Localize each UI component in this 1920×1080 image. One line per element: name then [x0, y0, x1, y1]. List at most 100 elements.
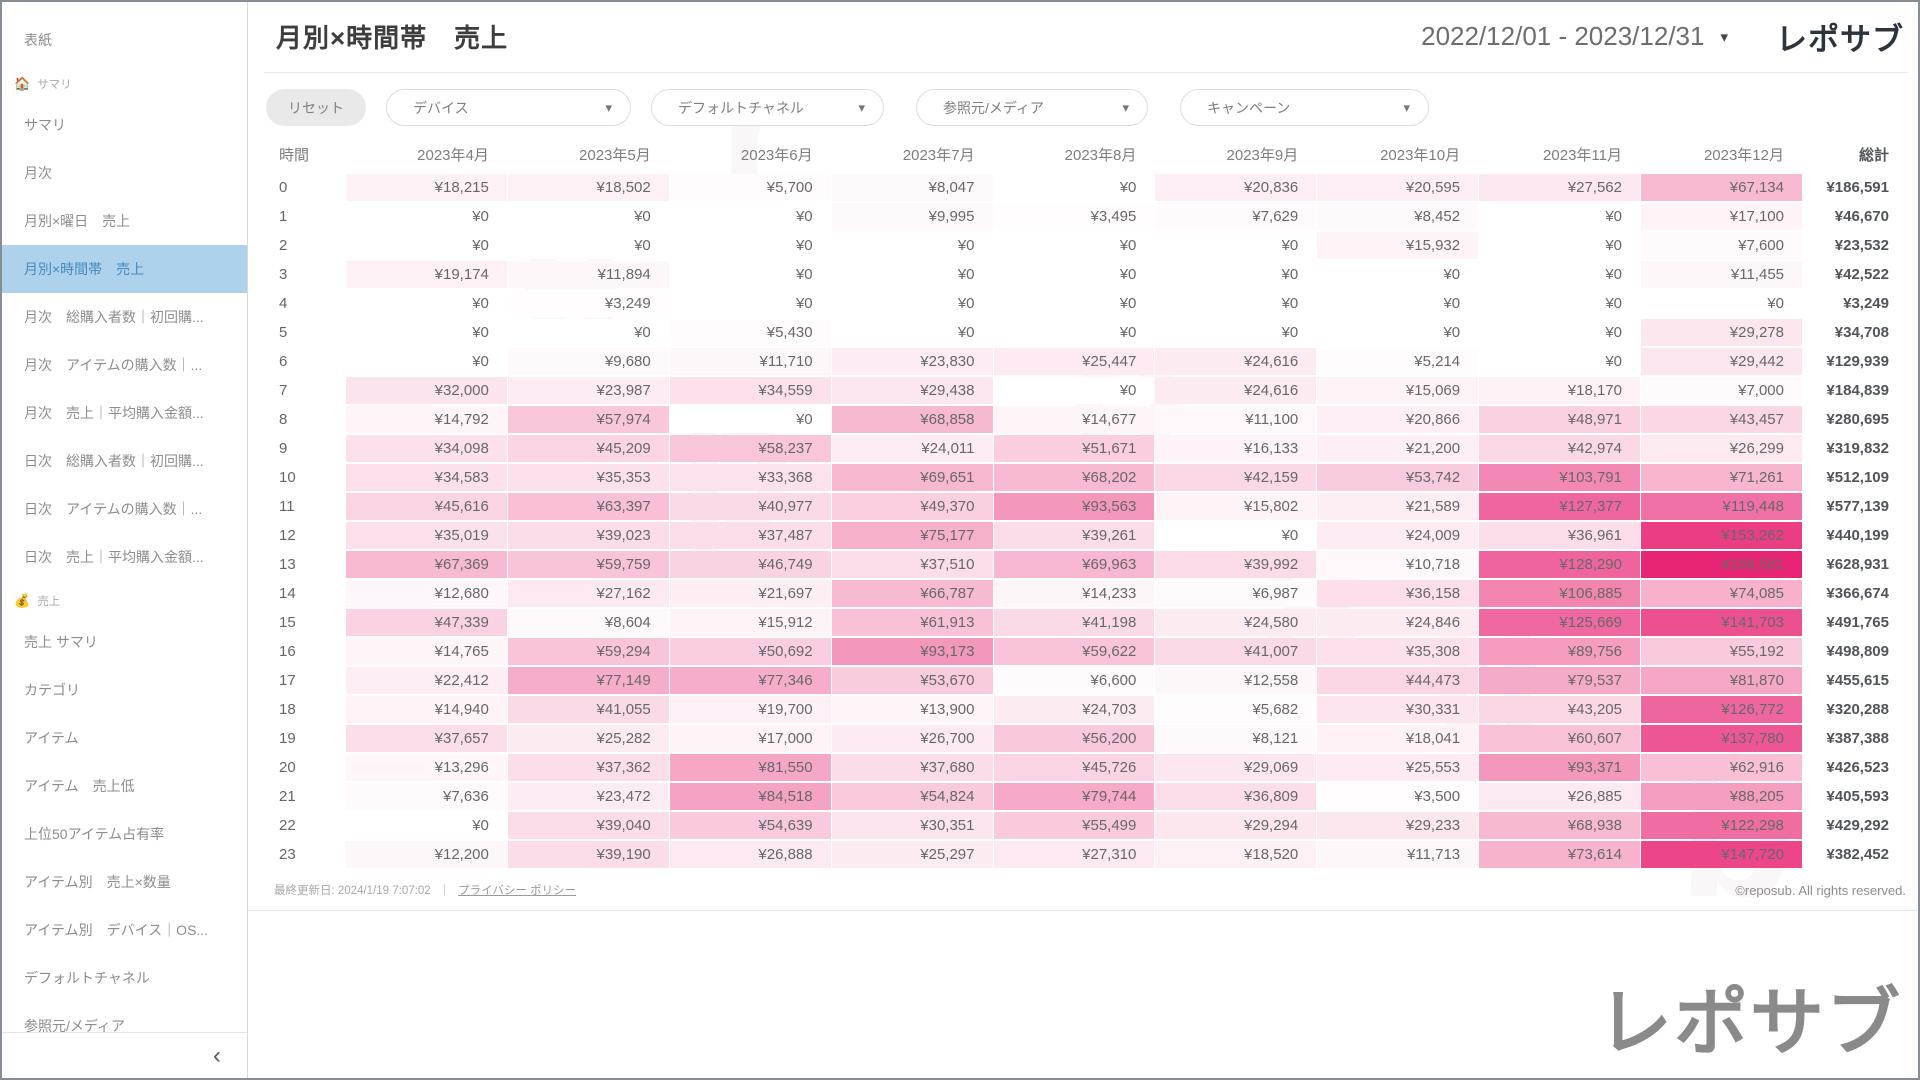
value-cell: ¥0	[346, 290, 507, 317]
value-cell: ¥49,370	[832, 493, 993, 520]
value-cell: ¥25,282	[508, 725, 669, 752]
brand-logo-large: レポサブ	[1598, 963, 1902, 1070]
value-cell: ¥106,885	[1479, 580, 1640, 607]
value-cell: ¥0	[1155, 232, 1316, 259]
table-row: 7¥32,000¥23,987¥34,559¥29,438¥0¥24,616¥1…	[275, 377, 1907, 404]
sidebar-item-label: サマリ	[24, 115, 66, 135]
column-header-month: 2023年4月	[346, 138, 507, 172]
sidebar-item-summary[interactable]: サマリ	[2, 101, 247, 149]
value-cell: ¥66,787	[832, 580, 993, 607]
filter-dropdown-campaign[interactable]: キャンペーン▾	[1180, 89, 1429, 126]
value-cell: ¥29,069	[1155, 754, 1316, 781]
value-cell: ¥24,703	[994, 696, 1155, 723]
value-cell: ¥0	[832, 290, 993, 317]
value-cell: ¥29,442	[1641, 348, 1802, 375]
hour-cell: 8	[275, 406, 345, 433]
sidebar-item-referrer-media[interactable]: 参照元/メディア	[2, 1002, 247, 1032]
filter-dropdown-device[interactable]: デバイス▾	[386, 89, 631, 126]
table-row: 23¥12,200¥39,190¥26,888¥25,297¥27,310¥18…	[275, 841, 1907, 868]
sidebar-item-item-low-sales[interactable]: アイテム 売上低	[2, 762, 247, 810]
reset-button[interactable]: リセット	[266, 89, 366, 126]
sidebar-item-month-weekday-sales[interactable]: 月別×曜日 売上	[2, 197, 247, 245]
card-divider	[248, 910, 1918, 911]
chevron-down-icon: ▾	[858, 100, 865, 116]
sidebar-item-category[interactable]: カテゴリ	[2, 666, 247, 714]
sidebar-item-monthly-item-purchases[interactable]: 月次 アイテムの購入数｜...	[2, 341, 247, 389]
table-row: 21¥7,636¥23,472¥84,518¥54,824¥79,744¥36,…	[275, 783, 1907, 810]
value-cell: ¥53,742	[1317, 464, 1478, 491]
sidebar-item-top50-share[interactable]: 上位50アイテム占有率	[2, 810, 247, 858]
value-cell: ¥43,205	[1479, 696, 1640, 723]
value-cell: ¥0	[670, 203, 831, 230]
value-cell: ¥126,772	[1641, 696, 1802, 723]
value-cell: ¥45,616	[346, 493, 507, 520]
sidebar-item-label: デフォルトチャネル	[24, 968, 150, 988]
filter-dropdown-referrer-media[interactable]: 参照元/メディア▾	[916, 89, 1148, 126]
total-cell: ¥280,695	[1803, 406, 1907, 433]
value-cell: ¥19,174	[346, 261, 507, 288]
value-cell: ¥7,000	[1641, 377, 1802, 404]
chevron-down-icon: ▾	[605, 100, 612, 116]
sidebar-item-monthly-sales-avg[interactable]: 月次 売上｜平均購入金額...	[2, 389, 247, 437]
value-cell: ¥55,192	[1641, 638, 1802, 665]
value-cell: ¥24,616	[1155, 348, 1316, 375]
value-cell: ¥37,680	[832, 754, 993, 781]
column-header-month: 2023年10月	[1317, 138, 1478, 172]
sidebar-item-label: 日次 売上｜平均購入金額...	[24, 547, 204, 567]
value-cell: ¥18,215	[346, 174, 507, 201]
value-cell: ¥69,651	[832, 464, 993, 491]
total-cell: ¥46,670	[1803, 203, 1907, 230]
date-range-label: 2022/12/01 - 2023/12/31	[1421, 21, 1704, 52]
value-cell: ¥0	[832, 261, 993, 288]
sidebar-item-cover[interactable]: 表紙	[2, 16, 247, 64]
sidebar-item-monthly[interactable]: 月次	[2, 149, 247, 197]
value-cell: ¥3,500	[1317, 783, 1478, 810]
value-cell: ¥26,888	[670, 841, 831, 868]
hour-cell: 5	[275, 319, 345, 346]
value-cell: ¥93,173	[832, 638, 993, 665]
total-cell: ¥498,809	[1803, 638, 1907, 665]
filter-label: キャンペーン	[1207, 98, 1403, 118]
privacy-policy-link[interactable]: プライバシー ポリシー	[458, 882, 576, 898]
sidebar-item-daily-buyers[interactable]: 日次 総購入者数｜初回購...	[2, 437, 247, 485]
value-cell: ¥68,938	[1479, 812, 1640, 839]
value-cell: ¥39,040	[508, 812, 669, 839]
filter-dropdown-default-channel[interactable]: デフォルトチャネル▾	[651, 89, 884, 126]
value-cell: ¥21,697	[670, 580, 831, 607]
sidebar-item-item[interactable]: アイテム	[2, 714, 247, 762]
sidebar-item-daily-item-purchases[interactable]: 日次 アイテムの購入数｜...	[2, 485, 247, 533]
value-cell: ¥0	[508, 319, 669, 346]
sidebar-item-monthly-buyers[interactable]: 月次 総購入者数｜初回購...	[2, 293, 247, 341]
value-cell: ¥9,680	[508, 348, 669, 375]
value-cell: ¥55,499	[994, 812, 1155, 839]
column-header-month: 2023年11月	[1479, 138, 1640, 172]
table-row: 5¥0¥0¥5,430¥0¥0¥0¥0¥0¥29,278¥34,708	[275, 319, 1907, 346]
total-cell: ¥42,522	[1803, 261, 1907, 288]
sidebar-item-daily-sales-avg[interactable]: 日次 売上｜平均購入金額...	[2, 533, 247, 581]
value-cell: ¥33,368	[670, 464, 831, 491]
sidebar-item-default-channel[interactable]: デフォルトチャネル	[2, 954, 247, 1002]
sidebar-item-label: 上位50アイテム占有率	[24, 824, 164, 844]
date-range-picker[interactable]: 2022/12/01 - 2023/12/31 ▾	[1421, 21, 1728, 52]
sidebar-item-item-device-os[interactable]: アイテム別 デバイス｜OS...	[2, 906, 247, 954]
value-cell: ¥0	[1479, 232, 1640, 259]
value-cell: ¥0	[1479, 290, 1640, 317]
report-footer: 最終更新日: 2024/1/19 7:07:02 ｜ プライバシー ポリシー ©…	[248, 870, 1918, 898]
value-cell: ¥59,294	[508, 638, 669, 665]
value-cell: ¥12,200	[346, 841, 507, 868]
value-cell: ¥25,553	[1317, 754, 1478, 781]
sidebar-item-month-hour-sales[interactable]: 月別×時間帯 売上	[2, 245, 247, 293]
value-cell: ¥46,749	[670, 551, 831, 578]
sidebar-collapse-button[interactable]: ‹	[213, 1044, 221, 1068]
table-row: 8¥14,792¥57,974¥0¥68,858¥14,677¥11,100¥2…	[275, 406, 1907, 433]
sidebar-item-label: 月別×曜日 売上	[24, 211, 130, 231]
sidebar-item-sales-summary[interactable]: 売上 サマリ	[2, 618, 247, 666]
sidebar-item-item-sales-qty[interactable]: アイテム別 売上×数量	[2, 858, 247, 906]
sidebar-item-label: 月別×時間帯 売上	[24, 259, 144, 279]
hour-cell: 21	[275, 783, 345, 810]
table-row: 11¥45,616¥63,397¥40,977¥49,370¥93,563¥15…	[275, 493, 1907, 520]
value-cell: ¥11,455	[1641, 261, 1802, 288]
value-cell: ¥0	[994, 232, 1155, 259]
footer-separator: ｜	[439, 882, 451, 898]
value-cell: ¥39,190	[508, 841, 669, 868]
